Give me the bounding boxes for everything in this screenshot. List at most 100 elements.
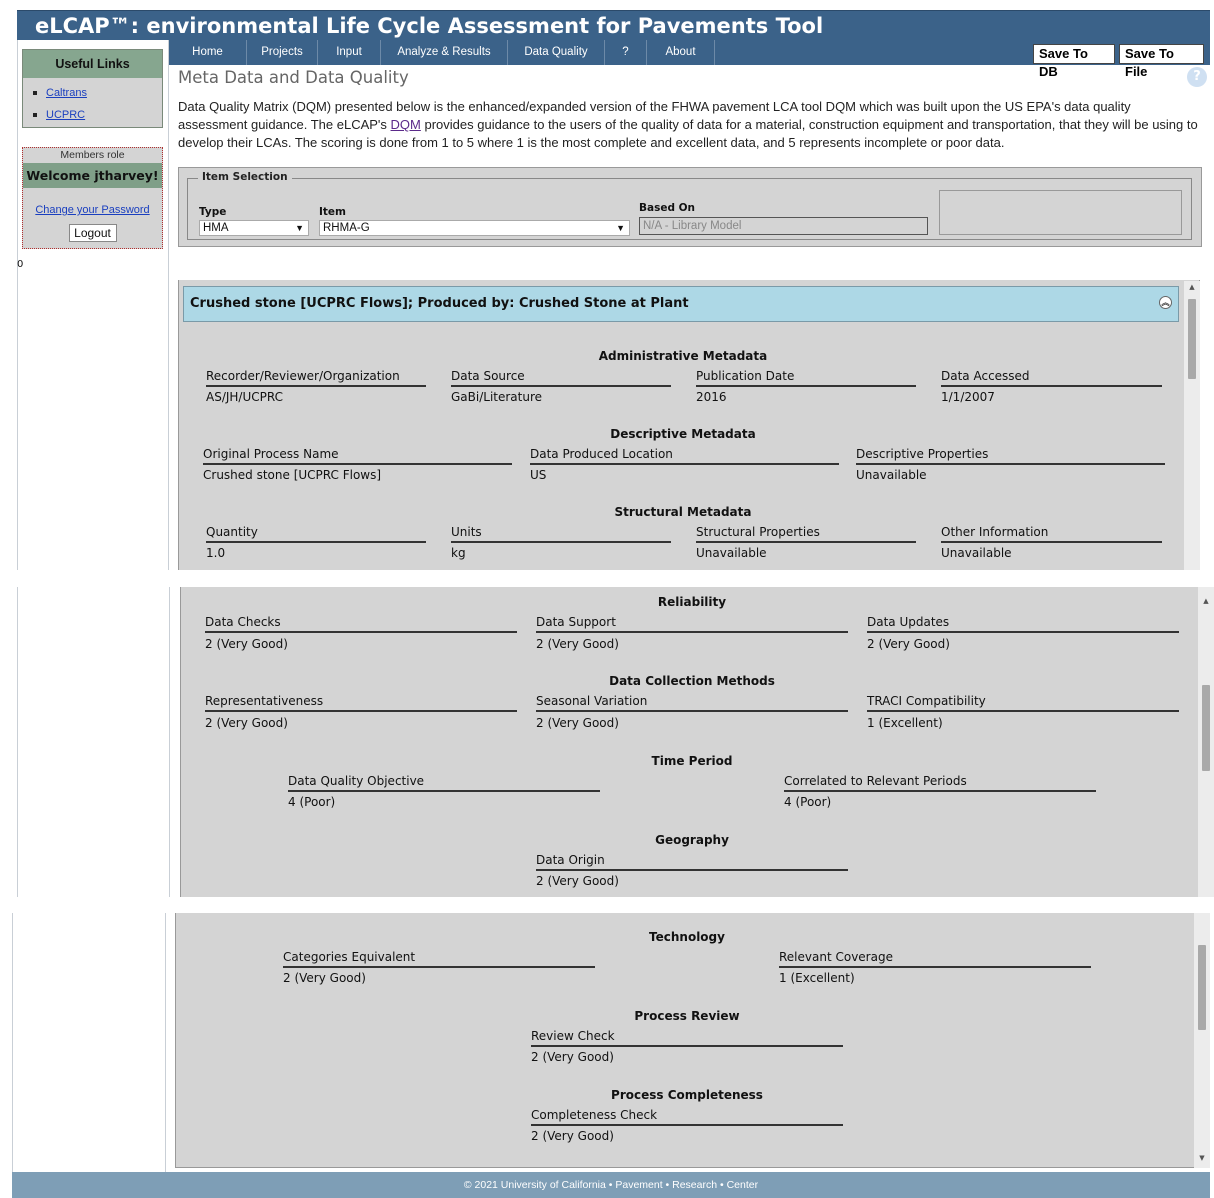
- type-select-value: HMA: [203, 222, 229, 234]
- nav-data-quality[interactable]: Data Quality: [508, 40, 605, 65]
- field-value: 1 (Excellent): [867, 716, 943, 730]
- field-label: Original Process Name: [203, 447, 512, 465]
- field-value: kg: [451, 546, 466, 560]
- link-caltrans[interactable]: Caltrans: [46, 87, 87, 99]
- field-label: Data Accessed: [941, 369, 1162, 387]
- nav-analyze-results[interactable]: Analyze & Results: [381, 40, 508, 65]
- scroll-up-icon[interactable]: ▲: [1184, 283, 1200, 291]
- collapse-icon[interactable]: ︽: [1159, 296, 1172, 309]
- useful-links-panel: Useful Links Caltrans UCPRC: [22, 49, 163, 128]
- nav-home[interactable]: Home: [169, 40, 247, 65]
- field-value: 1.0: [206, 546, 226, 560]
- change-password-link[interactable]: Change your Password: [23, 204, 162, 216]
- sidebar-border: [17, 587, 18, 897]
- field-value: 1 (Excellent): [779, 971, 855, 985]
- field-label: Recorder/Reviewer/Organization: [206, 369, 426, 387]
- useful-links-title: Useful Links: [23, 50, 162, 78]
- item-selection-panel: Item Selection Type HMA ▼ Item RHMA-G ▼ Ba…: [178, 167, 1202, 247]
- scroll-thumb[interactable]: [1202, 685, 1210, 771]
- type-select[interactable]: HMA ▼: [199, 220, 309, 236]
- technology-title: Technology: [649, 930, 725, 944]
- frame-scrollbar[interactable]: ▲: [1184, 281, 1200, 570]
- time-period-title: Time Period: [651, 754, 733, 768]
- sidebar-border: [165, 913, 166, 1172]
- screen-segment-top: eLCAP™: environmental Life Cycle Assessm…: [0, 0, 1214, 570]
- field-value: 2 (Very Good): [531, 1050, 614, 1064]
- footer: © 2021 University of California • Paveme…: [12, 1172, 1210, 1198]
- field-value: Unavailable: [696, 546, 767, 560]
- screen-segment-bottom: ▼ Technology Categories Equivalent 2 (Ve…: [0, 913, 1214, 1198]
- item-select-value: RHMA-G: [323, 222, 370, 234]
- item-select[interactable]: RHMA-G ▼: [319, 220, 630, 236]
- members-panel: Members role Welcome jtharvey! Change yo…: [22, 147, 163, 249]
- link-item: UCPRC: [33, 104, 162, 126]
- field-value: 2 (Very Good): [867, 637, 950, 651]
- scroll-up-icon[interactable]: ▲: [1198, 597, 1214, 605]
- field-label: Quantity: [206, 525, 426, 543]
- field-value: Unavailable: [856, 468, 927, 482]
- field-label: Structural Properties: [696, 525, 916, 543]
- save-to-db-button[interactable]: Save To DB: [1033, 44, 1115, 79]
- chevron-down-icon: ▼: [616, 223, 625, 233]
- process-completeness-title: Process Completeness: [611, 1088, 763, 1102]
- bullet-icon: [33, 91, 37, 96]
- nav-projects[interactable]: Projects: [247, 40, 318, 65]
- field-label: Seasonal Variation: [536, 694, 848, 712]
- process-review-title: Process Review: [634, 1009, 740, 1023]
- item-header[interactable]: Crushed stone [UCPRC Flows]; Produced by…: [183, 286, 1179, 322]
- sidebar-border: [12, 913, 13, 1172]
- field-label: Relevant Coverage: [779, 950, 1091, 968]
- field-label: Data Checks: [205, 615, 517, 633]
- scroll-down-icon[interactable]: ▼: [1194, 1154, 1210, 1162]
- page-title: Meta Data and Data Quality: [178, 68, 409, 87]
- notes-textarea[interactable]: [939, 190, 1182, 235]
- field-label: Units: [451, 525, 671, 543]
- nav-input[interactable]: Input: [318, 40, 381, 65]
- field-label: Completeness Check: [531, 1108, 843, 1126]
- field-label: Data Source: [451, 369, 671, 387]
- field-label: Descriptive Properties: [856, 447, 1165, 465]
- item-label: Item: [319, 206, 346, 218]
- scroll-thumb[interactable]: [1188, 299, 1196, 379]
- field-label: Data Produced Location: [530, 447, 839, 465]
- item-header-title: Crushed stone [UCPRC Flows]; Produced by…: [190, 296, 689, 311]
- nav-about[interactable]: About: [647, 40, 715, 65]
- app-title: eLCAP™: environmental Life Cycle Assessm…: [17, 10, 1210, 40]
- field-value: US: [530, 468, 547, 482]
- field-label: Publication Date: [696, 369, 916, 387]
- field-value: 2 (Very Good): [531, 1129, 614, 1143]
- geography-title: Geography: [655, 833, 729, 847]
- bullet-icon: [33, 113, 37, 118]
- scroll-thumb[interactable]: [1198, 945, 1206, 1030]
- field-value: Crushed stone [UCPRC Flows]: [203, 468, 382, 482]
- sidebar-border: [169, 587, 170, 897]
- save-to-file-button[interactable]: Save To File: [1119, 44, 1204, 79]
- frame-scrollbar[interactable]: ▼: [1194, 913, 1210, 1168]
- dqm-link[interactable]: DQM: [391, 117, 421, 132]
- field-value: 2 (Very Good): [536, 716, 619, 730]
- field-value: GaBi/Literature: [451, 390, 543, 404]
- nav-help[interactable]: ?: [605, 40, 647, 65]
- field-label: Review Check: [531, 1029, 843, 1047]
- help-icon[interactable]: ?: [1187, 67, 1207, 87]
- collection-title: Data Collection Methods: [609, 674, 775, 688]
- item-selection-fieldset: Item Selection Type HMA ▼ Item RHMA-G ▼ Ba…: [187, 171, 1192, 240]
- field-label: TRACI Compatibility: [867, 694, 1179, 712]
- field-label: Representativeness: [205, 694, 517, 712]
- chevron-down-icon: ▼: [295, 223, 304, 233]
- field-label: Other Information: [941, 525, 1162, 543]
- structural-title: Structural Metadata: [614, 505, 752, 519]
- based-on-label: Based On: [639, 202, 696, 214]
- field-label: Categories Equivalent: [283, 950, 595, 968]
- type-label: Type: [199, 206, 227, 218]
- reliability-title: Reliability: [657, 595, 727, 609]
- welcome-message: Welcome jtharvey!: [23, 163, 162, 188]
- based-on-input[interactable]: N/A - Library Model: [639, 217, 928, 235]
- link-ucprc[interactable]: UCPRC: [46, 109, 85, 121]
- field-label: Data Support: [536, 615, 848, 633]
- frame-scrollbar[interactable]: ▲: [1198, 587, 1214, 897]
- field-label: Data Quality Objective: [288, 774, 600, 792]
- members-role-label: Members role: [60, 149, 125, 161]
- field-value: 2 (Very Good): [205, 716, 288, 730]
- logout-button[interactable]: Logout: [68, 224, 117, 242]
